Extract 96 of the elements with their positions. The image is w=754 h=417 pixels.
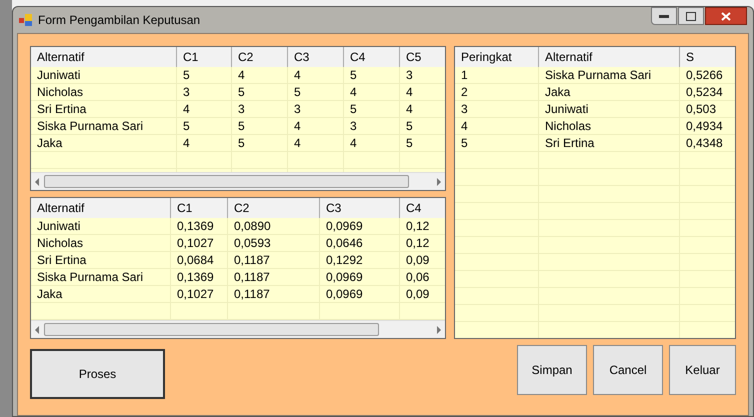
table-cell: 5	[232, 84, 288, 100]
column-header[interactable]: C3	[320, 198, 400, 218]
proses-button[interactable]: Proses	[30, 349, 165, 399]
table-cell: 4	[232, 67, 288, 83]
table-cell: Sri Ertina	[539, 135, 680, 151]
column-header[interactable]: Alternatif	[31, 47, 177, 67]
scrollbar-thumb[interactable]	[44, 175, 409, 188]
table-cell: 4	[177, 101, 232, 117]
column-header[interactable]: C1	[177, 47, 232, 67]
table-cell: 0,1027	[171, 235, 228, 251]
cancel-button[interactable]: Cancel	[593, 345, 663, 395]
left-arrow-icon[interactable]	[34, 326, 40, 334]
table-cell: 4	[344, 135, 400, 151]
table-cell: 5	[400, 118, 445, 134]
column-header[interactable]: C2	[232, 47, 288, 67]
table-cell: 0,0969	[320, 286, 400, 302]
save-button[interactable]: Simpan	[517, 345, 587, 395]
minimize-button[interactable]	[651, 7, 677, 25]
table-cell: Juniwati	[31, 67, 177, 83]
table-cell: 3	[288, 101, 344, 117]
right-arrow-icon[interactable]	[436, 326, 442, 334]
table-cell: 1	[455, 67, 539, 83]
column-header[interactable]: Alternatif	[539, 47, 680, 67]
table-cell: 0,0646	[320, 235, 400, 251]
table-cell: Sri Ertina	[31, 101, 177, 117]
scrollbar-thumb[interactable]	[44, 323, 379, 336]
table-cell: Juniwati	[31, 218, 171, 234]
table-cell: 5	[177, 118, 232, 134]
table-cell: 0,5234	[680, 84, 735, 100]
horizontal-scrollbar[interactable]	[31, 172, 445, 190]
table-cell: 4	[288, 67, 344, 83]
table-cell: 0,0593	[228, 235, 320, 251]
maximize-button[interactable]	[678, 7, 704, 25]
column-header[interactable]: C4	[344, 47, 400, 67]
table-cell: 4	[344, 84, 400, 100]
app-icon	[19, 14, 33, 26]
column-header[interactable]: C1	[171, 198, 228, 218]
column-header[interactable]: Peringkat	[455, 47, 539, 67]
table-cell: 0,4348	[680, 135, 735, 151]
table-cell: Jaka	[31, 286, 171, 302]
column-header[interactable]: C3	[288, 47, 344, 67]
table-cell: Juniwati	[539, 101, 680, 117]
table-cell: Siska Purnama Sari	[31, 118, 177, 134]
close-button[interactable]	[705, 7, 747, 25]
table-cell: 0,0890	[228, 218, 320, 234]
table-cell: 0,1369	[171, 218, 228, 234]
table-cell: 0,1292	[320, 252, 400, 268]
table-cell: 4	[400, 84, 445, 100]
table-cell: 0,0969	[320, 269, 400, 285]
table-cell: 3	[177, 84, 232, 100]
table-cell: 0,1187	[228, 286, 320, 302]
table-cell: Jaka	[31, 135, 177, 151]
left-arrow-icon[interactable]	[34, 178, 40, 186]
table-cell: 5	[232, 118, 288, 134]
table-cell: 0,1369	[171, 269, 228, 285]
table-cell: 3	[344, 118, 400, 134]
table-cell: 5	[400, 135, 445, 151]
table-cell: 4	[288, 135, 344, 151]
table-cell: 0,5266	[680, 67, 735, 83]
table-cell: Nicholas	[539, 118, 680, 134]
table-cell: Siska Purnama Sari	[31, 269, 171, 285]
column-header[interactable]: C2	[228, 198, 320, 218]
window-title: Form Pengambilan Keputusan	[38, 12, 200, 29]
minimize-icon	[659, 14, 669, 18]
horizontal-scrollbar[interactable]	[31, 320, 445, 338]
table-cell: Sri Ertina	[31, 252, 171, 268]
table-cell: 5	[344, 67, 400, 83]
table-cell: 4	[400, 101, 445, 117]
column-header[interactable]: Alternatif	[31, 198, 171, 218]
table-cell: 0,0969	[320, 218, 400, 234]
table-cell: 5	[344, 101, 400, 117]
table-cell: Jaka	[539, 84, 680, 100]
restore-icon	[686, 12, 696, 20]
table-cell: 5	[288, 84, 344, 100]
table-cell: 0,4934	[680, 118, 735, 134]
table-cell: 2	[455, 84, 539, 100]
table-cell: 3	[455, 101, 539, 117]
table-cell: Nicholas	[31, 84, 177, 100]
table-cell: 0,503	[680, 101, 735, 117]
table-cell: 0,1187	[228, 252, 320, 268]
table-cell: 5	[455, 135, 539, 151]
table-cell: 0,0684	[171, 252, 228, 268]
table-cell: 4	[455, 118, 539, 134]
table-cell: Nicholas	[31, 235, 171, 251]
table-cell: 3	[232, 101, 288, 117]
table-cell: 4	[288, 118, 344, 134]
table-cell: 5	[177, 67, 232, 83]
close-icon	[721, 12, 731, 20]
table-cell: 3	[400, 67, 445, 83]
table-cell: 5	[232, 135, 288, 151]
table-cell: Siska Purnama Sari	[539, 67, 680, 83]
exit-button[interactable]: Keluar	[669, 345, 736, 395]
table-cell: 0,1187	[228, 269, 320, 285]
table-cell: 4	[177, 135, 232, 151]
right-arrow-icon[interactable]	[436, 178, 442, 186]
table-cell: 0,1027	[171, 286, 228, 302]
